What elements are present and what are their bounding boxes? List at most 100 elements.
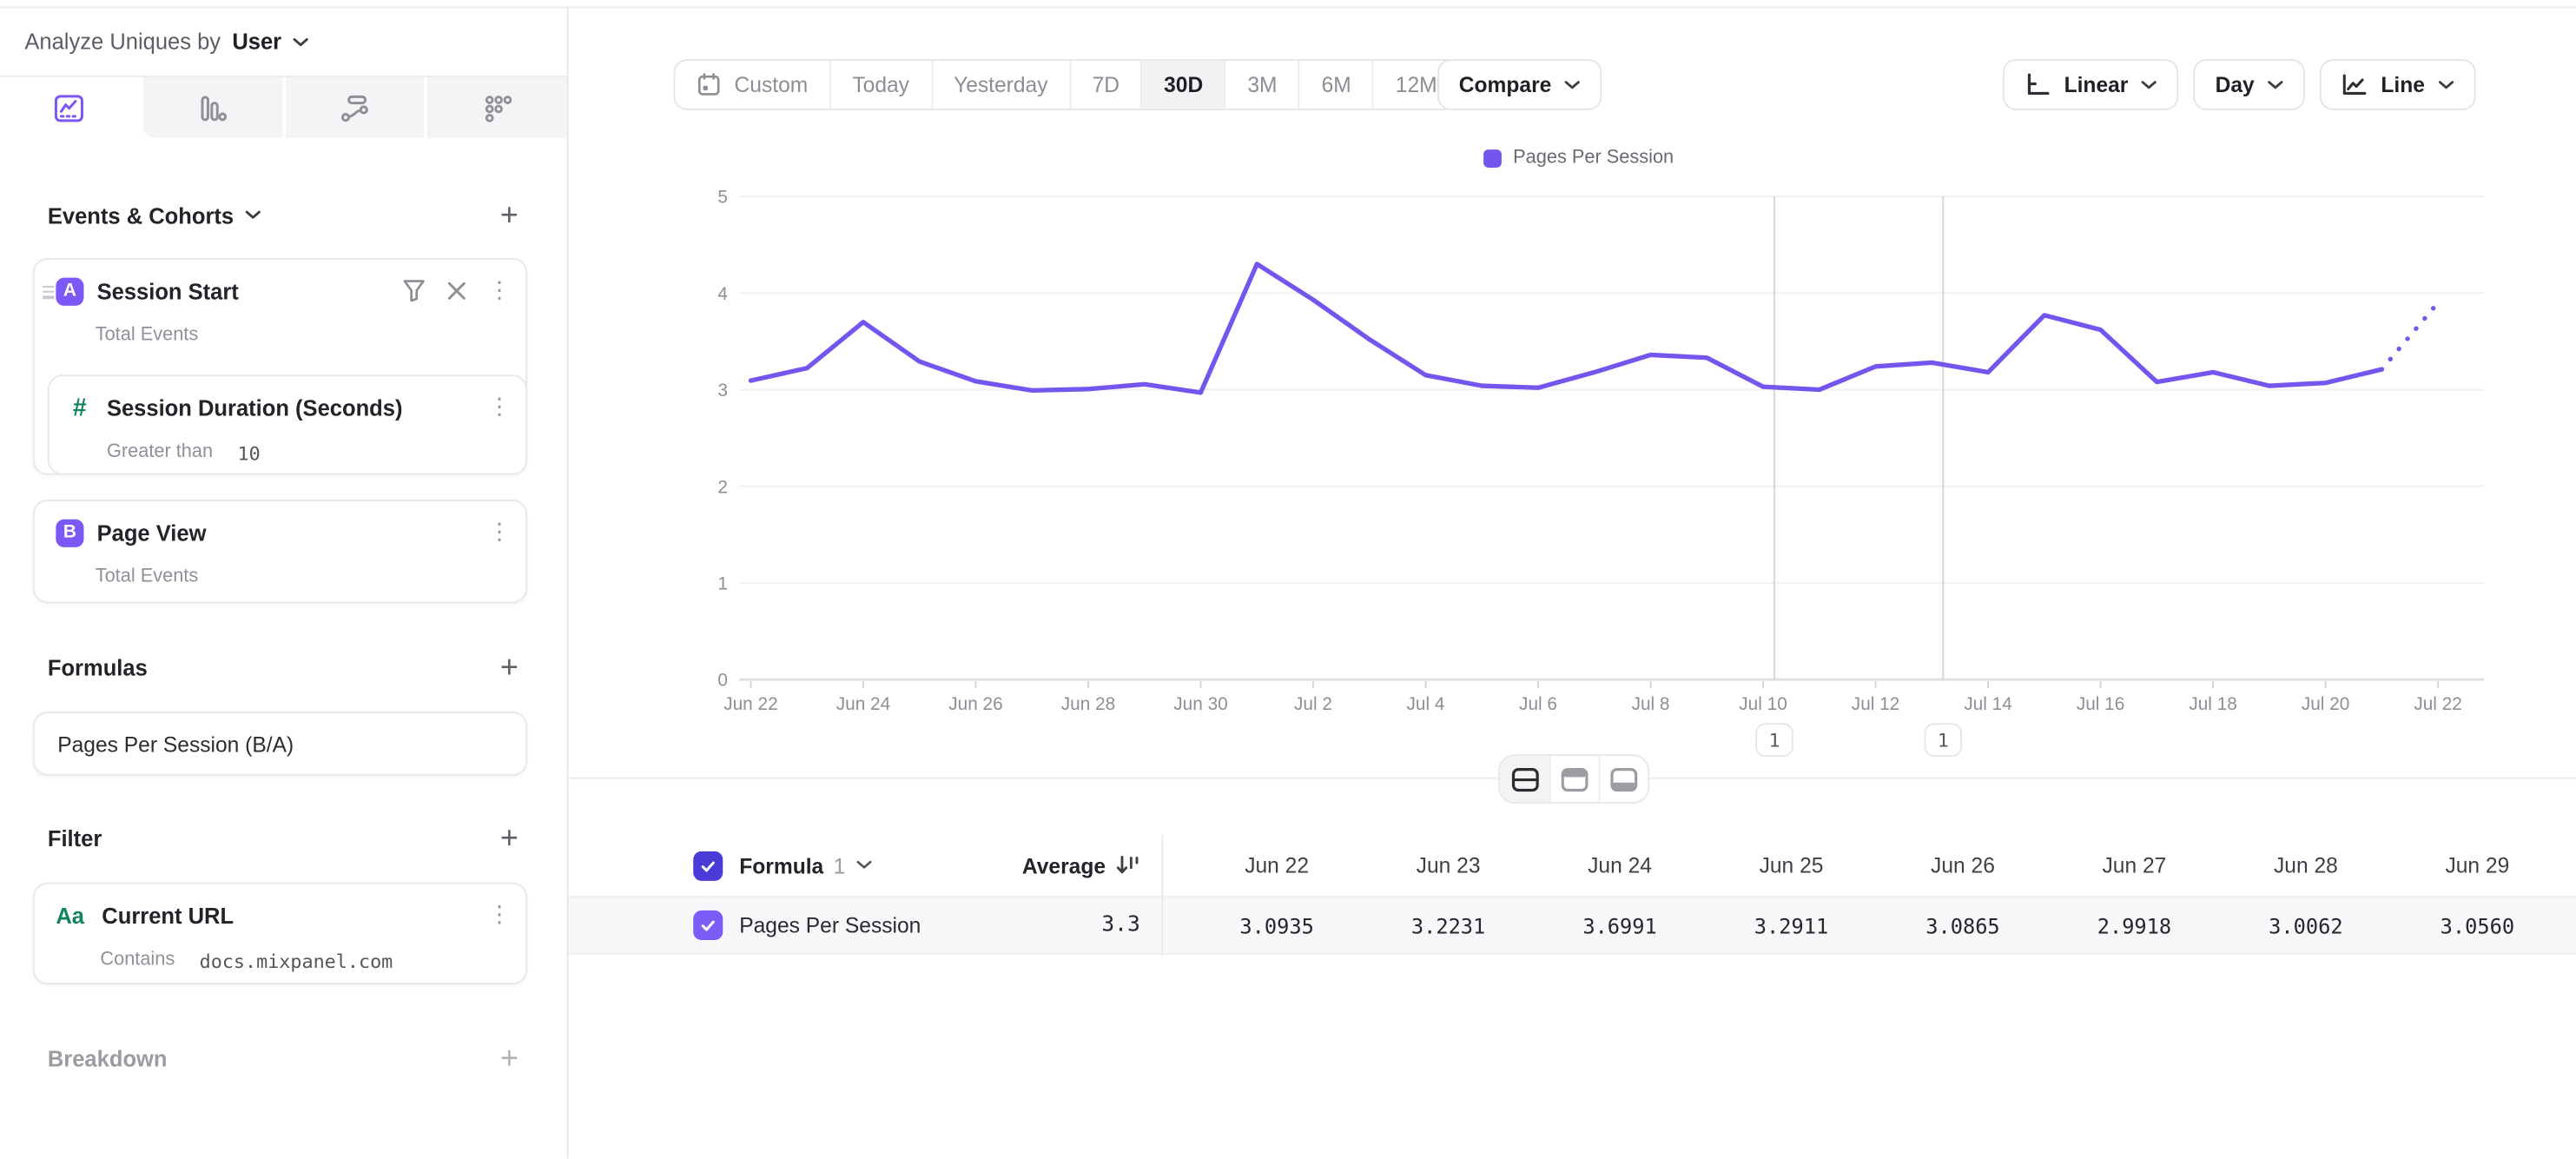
average-column-header[interactable]: Average xyxy=(1022,853,1140,878)
event-name[interactable]: Session Start xyxy=(97,279,239,303)
range-3m[interactable]: 3M xyxy=(1225,61,1298,109)
table-column-header[interactable]: Jun 27 xyxy=(2049,835,2220,896)
add-formula-button[interactable]: + xyxy=(494,652,524,682)
events-cohorts-title[interactable]: Events & Cohorts xyxy=(48,203,261,228)
legend-item-pages-per-session[interactable]: Pages Per Session xyxy=(1483,148,1674,168)
report-main-area: 543210Jun 22Jun 24Jun 26Jun 28Jun 30Jul … xyxy=(568,8,2576,1158)
property-condition-value[interactable]: 10 xyxy=(237,442,260,465)
annotation-marker[interactable]: 1 xyxy=(1756,724,1793,756)
table-cell-value: 2.9918 xyxy=(2049,897,2220,953)
chevron-down-icon xyxy=(855,860,872,870)
svg-text:1: 1 xyxy=(1768,731,1780,752)
retention-dots-icon xyxy=(482,93,512,123)
row-checkbox[interactable] xyxy=(693,911,723,940)
chevron-down-icon xyxy=(293,37,309,47)
event-badge-b: B xyxy=(56,519,83,546)
filter-title: Filter xyxy=(48,826,102,851)
x-axis-label: Jul 12 xyxy=(1852,694,1900,714)
chart-line-projected xyxy=(2381,302,2438,369)
filter-condition-value[interactable]: docs.mixpanel.com xyxy=(200,950,393,972)
table-cell-value: 3.2911 xyxy=(1706,897,1877,953)
tab-insights[interactable] xyxy=(0,77,139,138)
formula-name[interactable]: Pages Per Session (B/A) xyxy=(57,732,294,756)
event-card-session-start[interactable]: A Session Start ⋮ Total Events # Session… xyxy=(33,258,527,475)
x-axis-label: Jul 4 xyxy=(1407,694,1445,714)
legend-label: Pages Per Session xyxy=(1513,148,1674,168)
filter-condition[interactable]: Contains xyxy=(100,950,175,972)
drag-handle-icon[interactable] xyxy=(43,286,54,298)
chart-line xyxy=(750,264,2381,393)
table-column-header[interactable]: Jun 22 xyxy=(1191,835,1362,896)
select-all-checkbox[interactable] xyxy=(693,851,723,880)
chart-type-button[interactable]: Line xyxy=(2320,59,2475,110)
mixpanel-insights-app: Analyze Uniques by User xyxy=(0,0,2576,1159)
metric-group-dropdown[interactable]: Formula 1 xyxy=(739,853,871,878)
tab-flows[interactable] xyxy=(285,77,424,138)
annotation-marker[interactable]: 1 xyxy=(1925,724,1961,756)
add-filter-button[interactable]: + xyxy=(494,824,524,853)
add-event-button[interactable]: + xyxy=(494,201,524,230)
range-6m[interactable]: 6M xyxy=(1298,61,1372,109)
y-axis-label: 0 xyxy=(717,671,728,691)
event-subtype[interactable]: Total Events xyxy=(96,567,199,587)
string-property-icon: Aa xyxy=(56,903,89,927)
more-options-icon[interactable]: ⋮ xyxy=(488,904,511,926)
table-bottom-view-icon xyxy=(1610,766,1638,791)
range-30d[interactable]: 30D xyxy=(1141,61,1225,109)
formulas-header: Formulas + xyxy=(48,652,525,682)
analyze-by-bar[interactable]: Analyze Uniques by User xyxy=(0,8,567,76)
report-type-tabs xyxy=(0,77,567,138)
event-card-page-view[interactable]: B Page View ⋮ Total Events xyxy=(33,500,527,603)
more-options-icon[interactable]: ⋮ xyxy=(488,396,511,419)
interval-button[interactable]: Day xyxy=(2194,59,2305,110)
table-column-header[interactable]: Jun 26 xyxy=(1877,835,2048,896)
range-7d[interactable]: 7D xyxy=(1069,61,1141,109)
chevron-down-icon xyxy=(245,210,261,220)
table-column-header[interactable]: Jun 29 xyxy=(2392,835,2563,896)
filter-card-current-url[interactable]: Aa Current URL ⋮ Contains docs.mixpanel.… xyxy=(33,883,527,984)
x-axis-label: Jul 16 xyxy=(2077,694,2125,714)
range-yesterday[interactable]: Yesterday xyxy=(931,61,1070,109)
sort-descending-icon xyxy=(1115,854,1139,877)
y-axis-label: 2 xyxy=(717,477,728,497)
table-column-header[interactable]: Jun 24 xyxy=(1534,835,1705,896)
event-name[interactable]: Page View xyxy=(97,520,207,545)
compare-button[interactable]: Compare xyxy=(1437,59,1602,110)
tab-funnels[interactable] xyxy=(142,77,281,138)
table-cell-value: 3.2231 xyxy=(1363,897,1534,953)
more-options-icon[interactable]: ⋮ xyxy=(488,521,511,544)
table-column-header[interactable]: Jun 25 xyxy=(1706,835,1877,896)
chart-controls: Linear Day Line xyxy=(2004,59,2476,110)
x-axis-label: Jun 22 xyxy=(723,694,777,714)
row-average-value: 3.3 xyxy=(1101,913,1139,937)
tab-retention[interactable] xyxy=(427,77,566,138)
formulas-title: Formulas xyxy=(48,655,148,679)
property-condition[interactable]: Greater than xyxy=(107,442,213,465)
table-column-header[interactable]: Jun 28 xyxy=(2220,835,2391,896)
analyze-by-value[interactable]: User xyxy=(232,30,281,54)
add-breakdown-button[interactable]: + xyxy=(494,1043,524,1073)
range-custom[interactable]: Custom xyxy=(675,61,829,109)
events-cohorts-header: Events & Cohorts + xyxy=(48,201,525,230)
chevron-down-icon xyxy=(2438,80,2454,89)
remove-icon[interactable] xyxy=(447,281,467,301)
property-name[interactable]: Session Duration (Seconds) xyxy=(107,395,403,420)
numeric-property-icon: # xyxy=(66,394,94,421)
event-badge-a: A xyxy=(56,277,83,305)
property-card-session-duration[interactable]: # Session Duration (Seconds) ⋮ Greater t… xyxy=(48,374,527,474)
table-column-header[interactable]: Jun 23 xyxy=(1363,835,1534,896)
table-row[interactable]: Pages Per Session 3.3 3.09353.22313.6991… xyxy=(568,896,2576,955)
filter-funnel-icon[interactable] xyxy=(402,280,425,302)
range-today[interactable]: Today xyxy=(829,61,931,109)
split-view-button[interactable] xyxy=(1500,756,1549,802)
scale-button[interactable]: Linear xyxy=(2004,59,2179,110)
more-options-icon[interactable]: ⋮ xyxy=(488,280,511,302)
filter-property-name[interactable]: Current URL xyxy=(102,903,234,927)
x-axis-label: Jul 6 xyxy=(1519,694,1557,714)
table-only-view-button[interactable] xyxy=(1599,756,1648,802)
chart-only-view-button[interactable] xyxy=(1549,756,1599,802)
formula-card[interactable]: Pages Per Session (B/A) xyxy=(33,712,527,776)
funnels-bars-icon xyxy=(197,93,227,123)
event-subtype[interactable]: Total Events xyxy=(96,326,199,346)
analyze-by-label: Analyze Uniques by xyxy=(24,30,221,54)
